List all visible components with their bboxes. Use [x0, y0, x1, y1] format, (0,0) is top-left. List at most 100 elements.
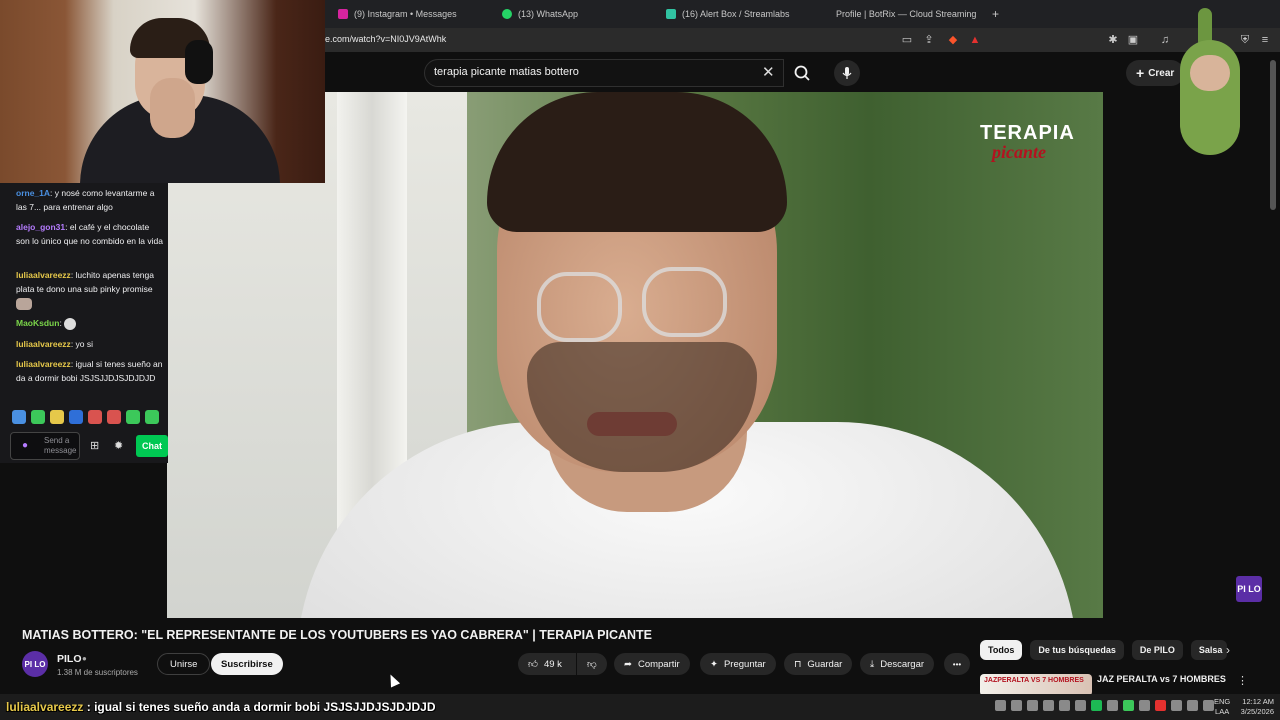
url-field[interactable]: e.com/watch?v=NI0JV9AtWhk	[325, 34, 446, 44]
channel-name[interactable]: PILO	[57, 653, 82, 665]
tab-streamlabs[interactable]: (16) Alert Box / Streamlabs	[666, 4, 790, 24]
search-icon	[794, 65, 810, 81]
clock-time: 12:12 AM	[1242, 697, 1274, 706]
emote-icon[interactable]	[126, 410, 140, 424]
tray-app-icon[interactable]	[1187, 700, 1198, 711]
ask-label: Preguntar	[723, 658, 766, 670]
emote-icon	[64, 317, 77, 330]
chat-username[interactable]: luliaalvareezz	[16, 270, 71, 280]
stream-chat-overlay: luliaalvareezz : igual si tenes sueño an…	[6, 700, 436, 714]
overlay-text: : igual si tenes sueño anda a dormir bob…	[86, 700, 436, 714]
chat-username[interactable]: MaoKsdun	[16, 318, 59, 328]
tray-app-icon[interactable]	[1043, 700, 1054, 711]
join-button[interactable]: Unirse	[157, 653, 211, 675]
tab-botrix[interactable]: Profile | BotRix — Cloud Streaming B	[830, 4, 976, 24]
chat-username[interactable]: alejo_gon31	[16, 222, 65, 232]
video-glasses-right	[642, 267, 727, 337]
download-icon: ⤓	[870, 658, 875, 670]
tray-app-icon[interactable]	[1107, 700, 1118, 711]
search-button[interactable]	[786, 59, 820, 87]
keyboard-layout: LAA	[1215, 707, 1230, 716]
channel-watermark-badge[interactable]: PI LO	[1236, 576, 1262, 602]
sidebar-icon[interactable]: ▣	[1126, 33, 1140, 47]
chat-input-placeholder: Send a message	[44, 436, 77, 455]
recommendation-thumbnail-text: JAZPERALTA VS 7 HOMBRES	[984, 677, 1084, 684]
voice-search-button[interactable]	[834, 60, 860, 86]
emote-icon[interactable]	[12, 410, 26, 424]
tray-app-icon[interactable]	[995, 700, 1006, 711]
tab-label: Profile | BotRix — Cloud Streaming B	[836, 9, 976, 19]
share-button[interactable]: ➦ Compartir	[614, 653, 690, 675]
chevron-right-icon[interactable]: ›	[1226, 643, 1230, 657]
download-button[interactable]: ⤓ Descargar	[860, 653, 935, 675]
more-vertical-icon[interactable]: ⋮	[1237, 674, 1248, 687]
chat-username[interactable]: orne_1A	[16, 188, 50, 198]
emote-icon[interactable]	[107, 410, 121, 424]
video-glasses-left	[537, 272, 622, 342]
emote-icon[interactable]	[31, 410, 45, 424]
language-code: ENG	[1214, 697, 1231, 706]
sparkle-icon: ✦	[710, 658, 718, 670]
tray-app-icon[interactable]	[1139, 700, 1150, 711]
tray-app-icon[interactable]	[1027, 700, 1038, 711]
language-indicator[interactable]: ENG LAA	[1214, 697, 1230, 717]
emote-icon[interactable]	[50, 410, 64, 424]
tray-app-icon[interactable]	[1203, 700, 1214, 711]
chip-salsa[interactable]: Salsa	[1190, 640, 1227, 660]
chip-de-pilo[interactable]: De PILO	[1131, 640, 1183, 660]
video-watermark-bottom: picante	[992, 142, 1046, 162]
chat-send-button[interactable]: Chat	[136, 435, 168, 457]
chat-message: orne_1A: y nosé como levantarme a las 7.…	[16, 186, 164, 214]
cast-icon[interactable]: ▭	[900, 33, 914, 47]
download-label: Descargar	[880, 658, 925, 670]
brave-rewards-icon[interactable]: ▲	[968, 33, 982, 47]
tab-whatsapp[interactable]: (13) WhatsApp	[502, 4, 578, 24]
menu-icon[interactable]: ≡	[1258, 33, 1272, 47]
subscribe-button[interactable]: Suscribirse	[211, 653, 283, 675]
tab-instagram[interactable]: (9) Instagram • Messages	[338, 4, 457, 24]
tray-app-icon[interactable]	[1059, 700, 1070, 711]
spotify-icon[interactable]	[1091, 700, 1102, 711]
tray-app-icon[interactable]	[1123, 700, 1134, 711]
volume-icon[interactable]	[1171, 700, 1182, 711]
page-scrollbar[interactable]	[1270, 60, 1276, 210]
extensions-icon[interactable]: ✱	[1106, 33, 1120, 47]
more-actions-button[interactable]: •••	[944, 653, 970, 675]
chip-todos[interactable]: Todos	[980, 640, 1023, 660]
ask-button[interactable]: ✦ Preguntar	[700, 653, 776, 675]
gear-icon[interactable]: ✹	[114, 439, 123, 452]
share-icon[interactable]: ⇪	[922, 33, 936, 47]
chat-username[interactable]: luliaalvareezz	[16, 359, 71, 369]
chat-message: luliaalvareezz: luchito apenas tenga pla…	[16, 268, 164, 310]
share-arrow-icon: ➦	[624, 658, 632, 670]
mouse-cursor	[385, 672, 401, 688]
subscriber-count: 1.38 M de suscriptores	[57, 668, 138, 677]
new-tab-button[interactable]: +	[992, 4, 999, 24]
like-button[interactable]: 👍︎ 49 k	[518, 653, 576, 675]
emote-icon[interactable]	[145, 410, 159, 424]
dislike-button[interactable]: 👎︎	[577, 653, 607, 675]
microphone-icon[interactable]: ●	[22, 440, 28, 451]
tray-app-icon[interactable]	[1075, 700, 1086, 711]
save-button[interactable]: ⊓ Guardar	[784, 653, 853, 675]
thumbs-down-icon: 👎︎	[587, 659, 597, 670]
recommendation-title[interactable]: JAZ PERALTA vs 7 HOMBRES	[1097, 674, 1226, 684]
tray-app-icon[interactable]	[1155, 700, 1166, 711]
overlay-username: luliaalvareezz	[6, 700, 84, 714]
video-title: MATIAS BOTTERO: "EL REPRESENTANTE DE LOS…	[22, 628, 652, 642]
gift-icon[interactable]: ⊞	[90, 439, 99, 452]
mascot-overlay	[1168, 0, 1252, 160]
tray-app-icon[interactable]	[1011, 700, 1022, 711]
emote-icon[interactable]	[69, 410, 83, 424]
clear-search-icon[interactable]: ✕	[762, 63, 775, 81]
chip-de-tus-busquedas[interactable]: De tus búsquedas	[1030, 640, 1124, 660]
headset-icon	[185, 40, 213, 84]
clock-date: 3/25/2026	[1240, 707, 1274, 716]
brave-shield-icon[interactable]: ◆	[946, 33, 960, 47]
microphone-icon	[842, 67, 852, 79]
channel-avatar[interactable]: PI LO	[22, 651, 48, 677]
search-input[interactable]: terapia picante matias bottero	[434, 66, 579, 78]
taskbar-clock[interactable]: 12:12 AM 3/25/2026	[1236, 697, 1274, 717]
chat-username[interactable]: luliaalvareezz	[16, 339, 71, 349]
emote-icon[interactable]	[88, 410, 102, 424]
